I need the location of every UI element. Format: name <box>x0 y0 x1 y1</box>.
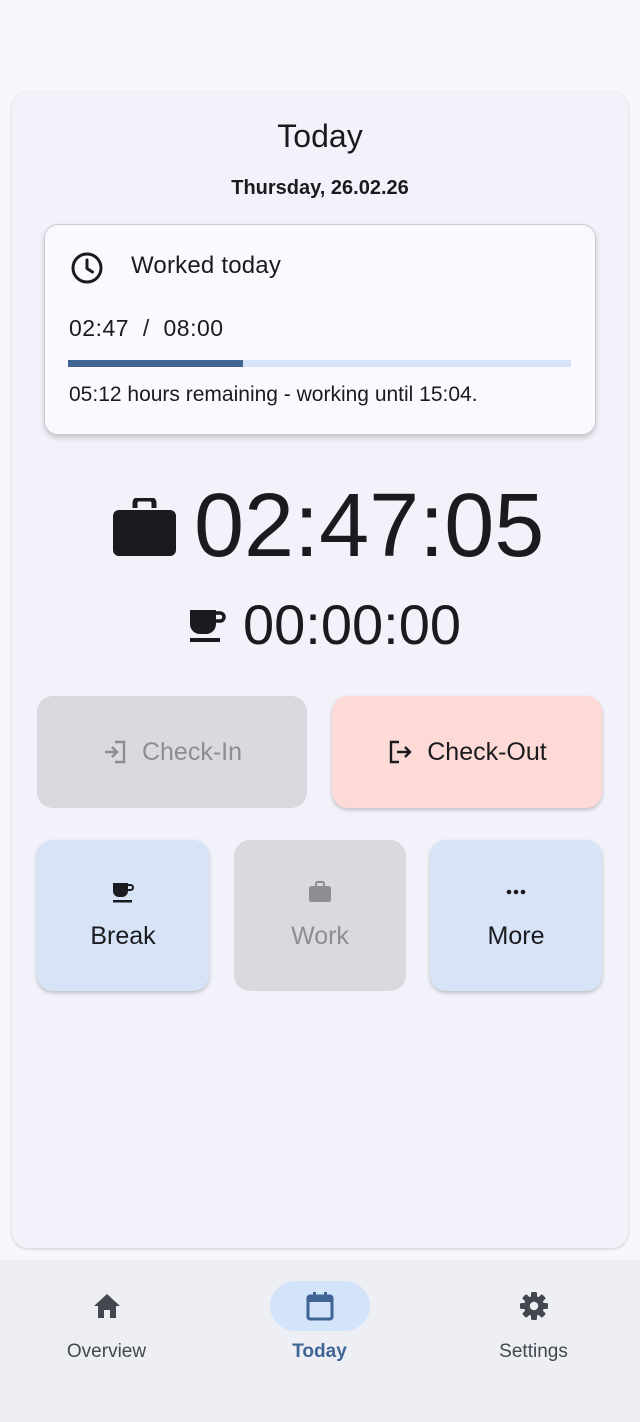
nav-label-settings: Settings <box>499 1341 568 1362</box>
worked-progress-text: 02:47 / 08:00 <box>69 315 224 341</box>
work-label: Work <box>291 922 349 950</box>
briefcase-icon <box>113 498 176 556</box>
more-horizontal-icon <box>506 889 526 895</box>
bottom-navigation: Overview Today Settings <box>0 1260 640 1422</box>
work-timer: 02:47:05 <box>194 476 545 576</box>
break-label: Break <box>90 922 156 950</box>
gear-icon <box>519 1292 548 1320</box>
login-icon <box>104 740 126 764</box>
nav-label-today: Today <box>292 1341 347 1362</box>
nav-item-overview[interactable]: Overview <box>0 1260 213 1422</box>
more-button[interactable]: More <box>430 840 602 991</box>
worked-progress-fill <box>68 360 243 367</box>
work-button[interactable]: Work <box>234 840 406 991</box>
check-in-label: Check-In <box>141 737 243 766</box>
check-out-label: Check-Out <box>427 737 547 766</box>
nav-item-today[interactable]: Today <box>213 1260 426 1422</box>
clock-icon <box>71 252 103 284</box>
coffee-cup-icon <box>113 883 134 903</box>
more-label: More <box>487 922 545 950</box>
page-date: Thursday, 26.02.26 <box>231 177 409 199</box>
break-timer-row: 00:00:00 <box>0 594 640 656</box>
worked-today-title: Worked today <box>131 252 282 279</box>
nav-icon-container <box>269 1281 370 1331</box>
logout-icon <box>390 740 412 764</box>
calendar-icon <box>306 1292 333 1321</box>
remaining-text: 05:12 hours remaining - working until 15… <box>69 383 478 406</box>
home-icon <box>93 1294 120 1318</box>
coffee-cup-icon <box>190 610 226 642</box>
nav-icon-container <box>484 1281 584 1331</box>
break-timer: 00:00:00 <box>243 593 461 656</box>
nav-label-overview: Overview <box>66 1341 147 1362</box>
page-title: Today <box>277 118 363 154</box>
work-timer-row: 02:47:05 <box>0 478 640 574</box>
briefcase-icon <box>309 881 331 902</box>
break-button[interactable]: Break <box>37 840 209 991</box>
check-in-button[interactable]: Check-In <box>37 696 307 808</box>
nav-icon-container <box>57 1281 157 1331</box>
nav-item-settings[interactable]: Settings <box>427 1260 640 1422</box>
worked-progress-bar <box>68 360 571 367</box>
check-out-button[interactable]: Check-Out <box>332 696 602 808</box>
